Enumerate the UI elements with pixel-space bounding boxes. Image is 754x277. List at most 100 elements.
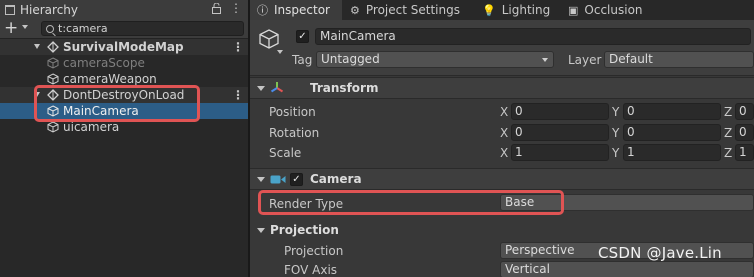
fov-axis-label: FOV Axis [284,263,338,277]
scene-row-survivalmodemap[interactable]: SurvivalModeMap ⋮ [0,39,248,55]
camera-icon [270,175,286,184]
fold-arrow-icon[interactable] [34,92,40,97]
list-item-label: SurvivalModeMap [63,40,184,54]
gear-icon: ⚙ [350,3,360,17]
hierarchy-list: SurvivalModeMap ⋮ cameraScope cameraWeap… [0,39,248,135]
tab-label: Inspector [274,3,330,17]
scale-y-field[interactable]: 1 [623,144,721,161]
position-x-field[interactable]: 0 [511,103,609,120]
rotation-x-field[interactable]: 0 [511,124,609,141]
gameobject-cube-icon [47,73,59,85]
projection-value: Perspective [505,243,575,257]
list-item-label: cameraScope [63,56,145,70]
hierarchy-tab-label: Hierarchy [20,2,79,17]
rotation-label: Rotation [269,126,320,140]
scale-x-field[interactable]: 1 [511,144,609,161]
tag-label: Tag [292,53,313,67]
camera-header[interactable]: ✓ Camera [250,168,754,190]
inspector-panel: ⓘ Inspector ⚙ Project Settings 💡 Lightin… [250,0,754,277]
active-checkbox[interactable]: ✓ [296,30,309,43]
tab-occlusion[interactable]: ▣ Occlusion [568,0,658,20]
occlusion-icon: ▣ [568,3,579,17]
rotation-z-field[interactable]: 0 [735,124,754,141]
position-y-field[interactable]: 0 [623,103,721,120]
unity-scene-icon [47,89,59,101]
tag-value: Untagged [321,52,380,66]
info-icon: ⓘ [257,4,268,17]
axis-x-label[interactable]: X [500,146,508,160]
list-item[interactable]: cameraWeapon [0,71,248,87]
camera-title: Camera [310,172,362,186]
list-item[interactable]: uicamera [0,119,248,135]
tab-label: Lighting [501,3,551,17]
row-menu-icon[interactable]: ⋮ [232,39,244,55]
list-item[interactable]: cameraScope [0,55,248,71]
tag-dropdown[interactable]: Untagged [316,51,554,68]
camera-enabled-checkbox[interactable]: ✓ [290,173,303,186]
fold-arrow-icon[interactable] [34,44,40,49]
projection-label: Projection [284,244,344,258]
projection-section-header[interactable]: Projection [250,221,754,241]
transform-icon [270,82,284,93]
axis-z-label[interactable]: Z [724,105,732,119]
layer-dropdown[interactable]: Default [604,51,754,68]
rotation-y-field[interactable]: 0 [623,124,721,141]
position-z-field[interactable]: 0 [735,103,754,120]
layer-label: Layer [568,53,602,67]
row-menu-icon[interactable]: ⋮ [232,87,244,103]
tab-label: Occlusion [584,3,643,17]
watermark: CSDN @Jave.Lin [598,244,722,262]
axis-y-label[interactable]: Y [612,126,619,140]
hierarchy-panel: Hierarchy ⋮ + SurvivalModeMap ⋮ [0,0,248,277]
hierarchy-tabbar: Hierarchy ⋮ [0,0,248,19]
list-item-label: MainCamera [63,104,139,118]
object-header: ✓ MainCamera Tag Untagged Layer Default [250,20,754,76]
scale-label: Scale [269,146,302,160]
position-label: Position [269,105,316,119]
search-input[interactable] [58,22,238,35]
hierarchy-icon [5,4,15,15]
fov-axis-dropdown[interactable]: Vertical [500,261,754,277]
render-type-dropdown[interactable]: Base [500,194,754,211]
gameobject-cube-icon [47,57,59,69]
axis-y-label[interactable]: Y [612,146,619,160]
gameobject-cube-icon[interactable] [258,28,280,50]
chevron-down-icon[interactable] [277,50,283,54]
tab-hierarchy[interactable]: Hierarchy ⋮ [0,0,248,19]
panel-menu-icon[interactable]: ⋮ [230,1,242,15]
tab-lighting[interactable]: 💡 Lighting [482,0,562,20]
scale-z-field[interactable]: 1 [735,144,754,161]
tab-inspector[interactable]: ⓘ Inspector [250,0,342,20]
tab-project-settings[interactable]: ⚙ Project Settings [350,0,470,20]
unity-scene-icon [47,41,59,53]
axis-x-label[interactable]: X [500,126,508,140]
hierarchy-search[interactable] [41,21,244,36]
scene-row-dontdestroyonload[interactable]: DontDestroyOnLoad ⋮ [0,87,248,103]
render-type-value: Base [505,195,535,209]
axis-z-label[interactable]: Z [724,146,732,160]
axis-x-label[interactable]: X [500,105,508,119]
add-button[interactable]: + [4,20,18,37]
fold-arrow-icon[interactable] [257,177,265,182]
list-item-label: cameraWeapon [63,72,157,86]
gameobject-cube-icon [47,121,59,133]
axis-y-label[interactable]: Y [612,105,619,119]
lightbulb-icon: 💡 [482,3,496,17]
chevron-down-icon[interactable] [22,25,28,29]
inspector-tabbar: ⓘ Inspector ⚙ Project Settings 💡 Lightin… [250,0,754,20]
fold-arrow-icon[interactable] [257,86,265,91]
lock-icon[interactable] [212,3,221,14]
transform-header[interactable]: Transform [250,77,754,99]
tab-label: Project Settings [365,3,460,17]
chevron-down-icon [542,58,548,62]
fold-arrow-icon[interactable] [257,228,265,233]
fov-axis-value: Vertical [505,262,550,276]
hierarchy-toolbar: + [0,19,248,39]
axis-z-label[interactable]: Z [724,126,732,140]
render-type-label: Render Type [269,197,344,211]
object-name-field[interactable]: MainCamera [315,28,751,45]
list-item-selected[interactable]: MainCamera [0,103,248,119]
search-icon [46,24,54,33]
list-item-label: DontDestroyOnLoad [63,88,185,102]
layer-value: Default [609,52,653,66]
